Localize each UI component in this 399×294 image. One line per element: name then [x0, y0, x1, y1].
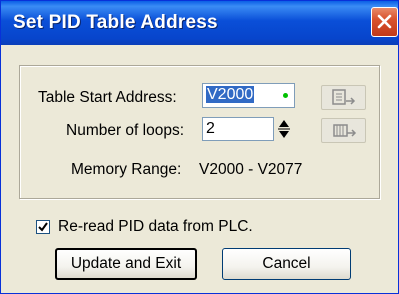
spinner-down-icon [279, 131, 289, 138]
spinner-up-icon [279, 120, 289, 127]
checkmark-icon [38, 222, 48, 232]
read-table-icon [332, 89, 356, 105]
write-table-icon [333, 124, 357, 137]
table-start-label: Table Start Address: [38, 89, 177, 106]
write-table-button[interactable] [321, 118, 366, 143]
close-button[interactable] [371, 7, 398, 37]
loops-label: Number of loops: [66, 122, 185, 139]
table-start-value: V2000 [206, 86, 255, 103]
loops-input[interactable]: 2 [202, 117, 274, 141]
dialog-title: Set PID Table Address [13, 12, 218, 33]
title-bar[interactable]: Set PID Table Address [1, 1, 398, 45]
memory-range-value: V2000 - V2077 [199, 161, 303, 178]
update-and-exit-button[interactable]: Update and Exit [55, 248, 197, 280]
table-start-input[interactable]: V2000 [202, 83, 295, 108]
status-dot [283, 93, 288, 98]
memory-range-label: Memory Range: [71, 161, 182, 178]
pid-table-dialog: Set PID Table Address Table Start Addres… [0, 0, 399, 294]
read-table-button[interactable] [321, 85, 366, 110]
close-icon [377, 14, 392, 29]
cancel-button[interactable]: Cancel [222, 248, 351, 280]
loops-spinner[interactable] [277, 117, 291, 141]
loops-value: 2 [206, 120, 215, 137]
reread-checkbox[interactable] [36, 220, 50, 234]
reread-label[interactable]: Re-read PID data from PLC. [58, 218, 253, 236]
